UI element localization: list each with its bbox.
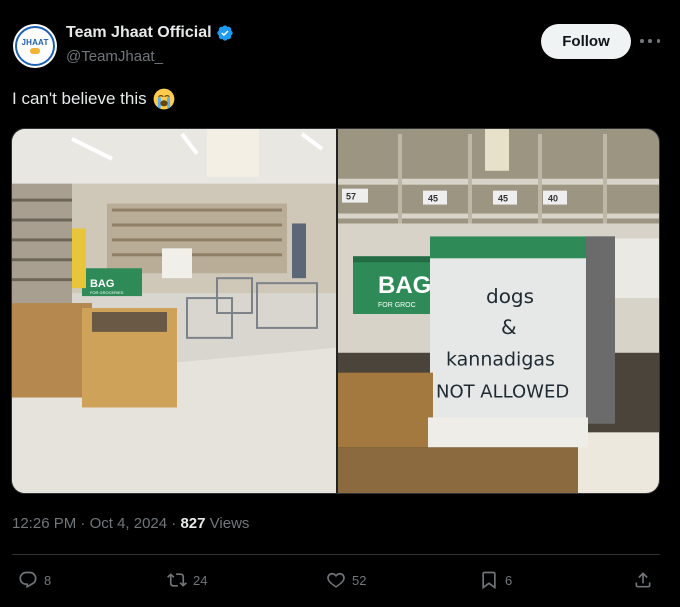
sign-line-dogs: dogs: [486, 284, 534, 308]
meta-separator: ·: [76, 515, 90, 532]
reply-icon: [19, 571, 37, 589]
divider: [12, 554, 660, 555]
avatar[interactable]: JHAAT: [13, 24, 57, 68]
repost-icon: [167, 573, 187, 587]
tweet-body: I can't believe this: [12, 89, 147, 108]
right-bag-sub: FOR GROC: [378, 302, 416, 309]
heart-icon: [327, 572, 345, 588]
price-tag: 57: [346, 192, 356, 202]
price-tag: 45: [428, 194, 438, 204]
bookmark-count: 6: [505, 572, 513, 588]
reply-count: 8: [44, 572, 52, 588]
tweet-meta: 12:26 PM · Oct 4, 2024 · 827 Views: [12, 515, 249, 532]
bookmark-icon: [482, 571, 496, 590]
views-label: Views: [205, 515, 250, 532]
more-dot: [648, 39, 652, 43]
sign-line-ampersand: &: [501, 315, 517, 339]
like-count: 52: [352, 572, 367, 588]
like-button[interactable]: 52: [326, 570, 366, 590]
loudly-crying-face-icon: [153, 88, 174, 110]
avatar-logo: JHAAT: [15, 26, 55, 66]
tweet-time[interactable]: 12:26 PM: [12, 515, 76, 532]
price-tag: 40: [548, 194, 558, 204]
sign-closeup-photo[interactable]: 57 45 45 40 BAG FOR GROC dogs & kannadig…: [338, 129, 659, 493]
repost-count: 24: [193, 572, 208, 588]
tweet-text: I can't believe this: [12, 88, 175, 110]
more-dot: [640, 39, 644, 43]
share-button[interactable]: [633, 570, 653, 595]
left-bag-label: BAG: [90, 278, 114, 290]
author-display-name[interactable]: Team Jhaat Official: [66, 24, 212, 42]
share-icon: [635, 572, 651, 588]
avatar-logo-text: JHAAT: [21, 38, 49, 47]
author-handle[interactable]: @TeamJhaat_: [66, 48, 163, 65]
avatar-logo-hands: [30, 48, 40, 54]
sign-line-kannadigas: kannadigas: [446, 349, 555, 371]
repost-button[interactable]: 24: [167, 570, 207, 590]
sign-line-not-allowed: NOT ALLOWED: [436, 382, 569, 403]
store-interior-photo[interactable]: BAG FOR GROCERIES: [12, 129, 336, 493]
right-bag-label: BAG: [378, 272, 431, 299]
left-bag-sub: FOR GROCERIES: [90, 290, 124, 295]
follow-button[interactable]: Follow: [541, 24, 631, 59]
reply-button[interactable]: 8: [18, 570, 51, 590]
price-tag: 45: [498, 194, 508, 204]
verified-badge-icon: [216, 25, 233, 41]
more-dot: [656, 39, 660, 43]
meta-separator: ·: [167, 515, 181, 532]
bookmark-button[interactable]: 6: [479, 570, 512, 590]
sign-closeup-image: 57 45 45 40 BAG FOR GROC dogs & kannadig…: [338, 129, 659, 493]
tweet-media[interactable]: BAG FOR GROCERIES 57 45 45 40 BAG FOR GR…: [11, 128, 660, 494]
more-options-icon[interactable]: [640, 33, 660, 49]
author-name-row[interactable]: Team Jhaat Official: [66, 24, 234, 42]
views-count: 827: [180, 515, 206, 532]
tweet-date[interactable]: Oct 4, 2024: [90, 515, 168, 532]
store-interior-image: BAG FOR GROCERIES: [12, 129, 336, 493]
